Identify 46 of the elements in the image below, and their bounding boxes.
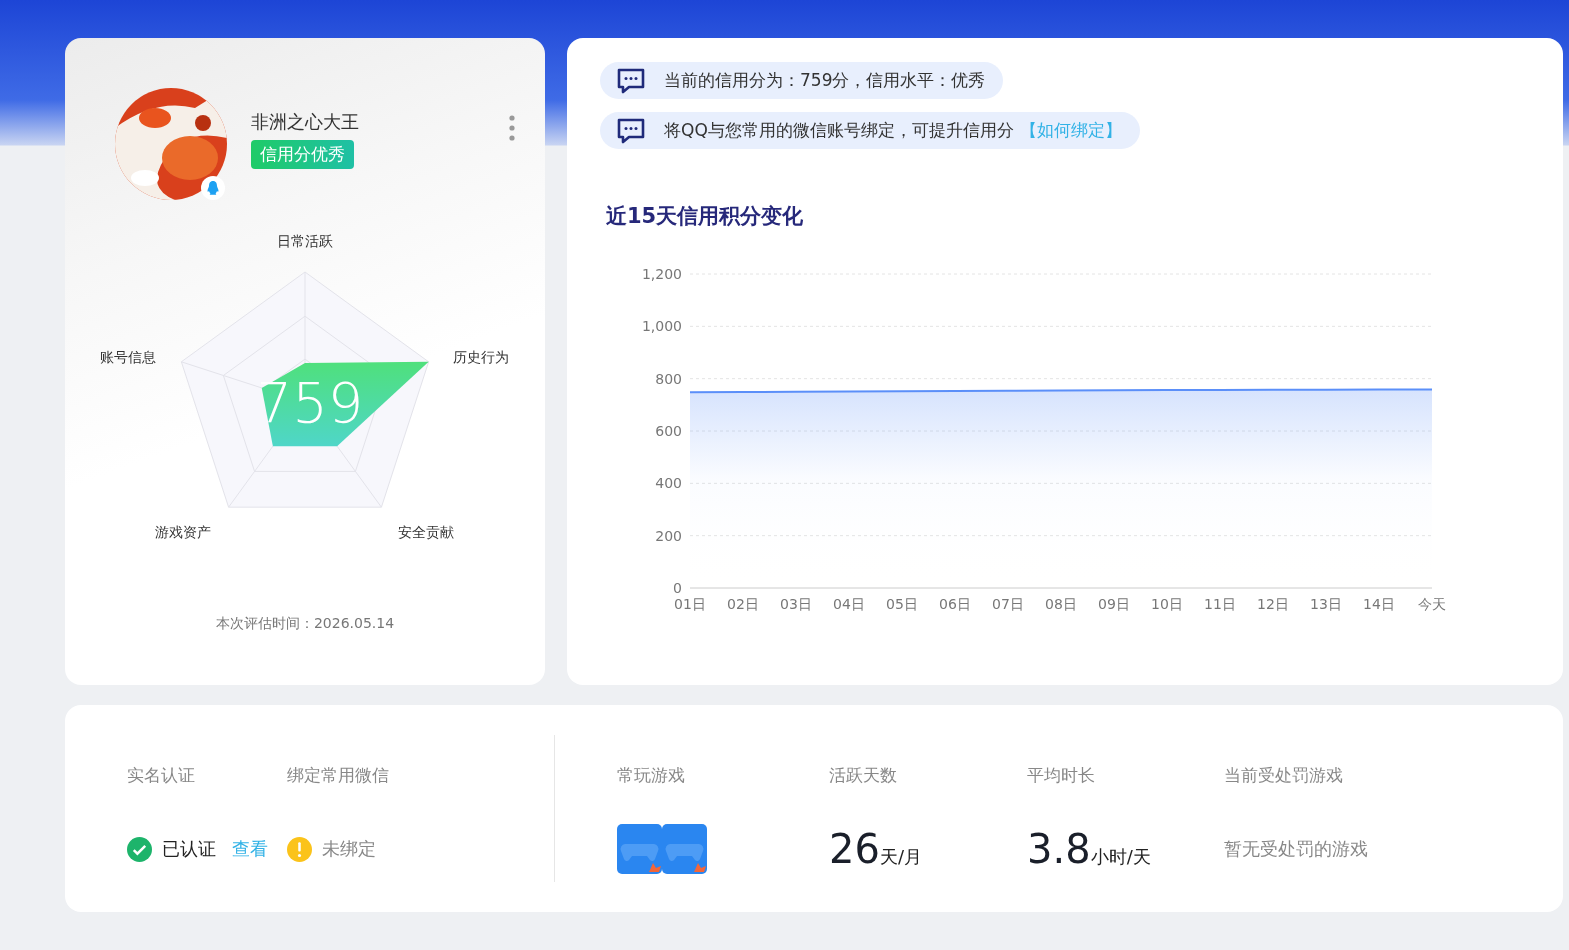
punishment-text: 暂无受处罚的游戏 (1224, 837, 1368, 861)
stat-value: 26 (829, 829, 880, 869)
y-tick-label: 600 (655, 423, 682, 439)
y-tick-label: 400 (655, 475, 682, 492)
stat-value: 3.8 (1027, 829, 1091, 869)
x-tick-label: 今天 (1418, 596, 1446, 612)
x-tick-label: 12日 (1257, 596, 1289, 612)
radar-axis-label: 历史行为 (453, 349, 509, 367)
y-tick-label: 200 (655, 527, 682, 544)
x-tick-label: 06日 (939, 596, 971, 612)
credit-badge: 信用分优秀 (251, 140, 354, 169)
message-text: 当前的信用分为：759分，信用水平：优秀 (664, 69, 986, 92)
section-label: 当前受处罚游戏 (1224, 764, 1344, 787)
x-tick-label: 08日 (1045, 596, 1077, 612)
message-text: 将QQ与您常用的微信账号绑定，可提升信用分 (664, 119, 1014, 142)
section-label: 常玩游戏 (617, 764, 686, 787)
radar-axis-label: 游戏资产 (155, 524, 211, 542)
stat-unit: 小时/天 (1090, 845, 1151, 869)
y-tick-label: 800 (655, 370, 682, 387)
section-label: 绑定常用微信 (287, 764, 389, 787)
y-tick-label: 0 (673, 580, 682, 596)
chart-title: 近15天信用积分变化 (606, 203, 805, 230)
y-tick-label: 1,200 (641, 266, 682, 282)
x-tick-label: 01日 (674, 596, 706, 612)
x-tick-label: 11日 (1204, 596, 1236, 612)
evaluation-time: 本次评估时间：2026.05.14 (214, 615, 396, 633)
radar-axis-label: 账号信息 (100, 349, 156, 367)
user-name: 非洲之心大王 (251, 110, 359, 134)
x-tick-label: 03日 (780, 596, 812, 612)
x-tick-label: 13日 (1310, 596, 1342, 612)
stat-unit: 天/月 (879, 845, 922, 869)
x-tick-label: 04日 (833, 596, 865, 612)
status-text: 已认证 (162, 837, 216, 861)
x-tick-label: 05日 (886, 596, 918, 612)
status-text: 未绑定 (322, 837, 376, 861)
x-tick-label: 09日 (1098, 596, 1130, 612)
x-tick-label: 14日 (1363, 596, 1395, 612)
radar-axis-label: 安全贡献 (398, 524, 454, 542)
y-tick-label: 1,000 (641, 318, 682, 335)
radar-axis-label: 日常活跃 (277, 233, 333, 251)
x-tick-label: 07日 (992, 596, 1024, 612)
x-tick-label: 10日 (1151, 596, 1183, 612)
section-label: 平均时长 (1027, 764, 1096, 787)
x-tick-label: 02日 (727, 596, 759, 612)
section-label: 活跃天数 (829, 764, 898, 787)
section-label: 实名认证 (127, 764, 196, 787)
